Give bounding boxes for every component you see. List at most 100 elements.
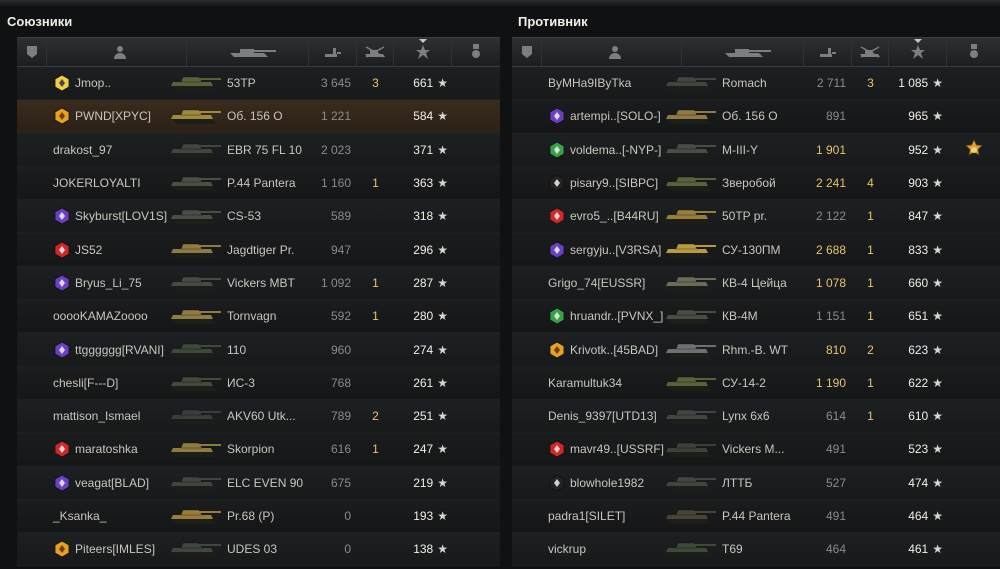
kills-cell: 1 <box>357 300 394 332</box>
player-row[interactable]: Jmop.. 53TP 3 645 3 661 ★ <box>17 67 500 101</box>
platoon-cell <box>512 467 542 499</box>
player-row[interactable]: drakost_97 EBR 75 FL 10 2 023 371 ★ <box>17 133 500 167</box>
player-name-cell[interactable]: JS52 <box>47 233 187 265</box>
player-name-cell[interactable]: ByMHa9IByTka <box>542 67 682 99</box>
player-row[interactable]: _Ksanka_ Pr.68 (P) 0 193 ★ <box>17 499 500 534</box>
header-tank[interactable] <box>682 38 804 66</box>
player-name: vickrup <box>548 542 587 557</box>
tank-icon <box>662 271 718 295</box>
xp-value: 847 <box>908 209 929 224</box>
player-name-cell[interactable]: evro5_..[B44RU] <box>542 200 682 232</box>
kills-value: 3 <box>867 76 874 91</box>
player-name-cell[interactable]: Jmop.. <box>47 67 187 99</box>
player-row[interactable]: Grigo_74[EUSSR] КВ-4 Цейца 1 078 1 660 ★ <box>512 266 1000 301</box>
player-name: pisary9..[SIBPC] <box>570 176 659 191</box>
player-row[interactable]: evro5_..[B44RU] 50TP pr. 2 122 1 847 ★ <box>512 200 1000 234</box>
player-row[interactable]: voldema..[-NYP-] M-III-Y 1 901 952 ★ <box>512 133 1000 167</box>
header-damage[interactable] <box>309 38 357 66</box>
player-name-cell[interactable]: sergyju..[V3RSA] <box>542 233 682 265</box>
header-player[interactable] <box>47 38 187 66</box>
player-name-cell[interactable]: Bryus_Li_75 <box>47 267 187 299</box>
platoon-cell <box>512 167 542 199</box>
player-name-cell[interactable]: maratoshka <box>47 433 187 465</box>
player-name-cell[interactable]: ooooKAMAZoooo <box>47 300 187 332</box>
clan-emblem-icon <box>54 474 70 492</box>
player-row[interactable]: Skyburst[LOV1S] CS-53 589 318 ★ <box>17 200 500 234</box>
header-xp[interactable] <box>889 38 947 66</box>
player-row[interactable]: mattison_Ismael AKV60 Utk... 789 2 251 ★ <box>17 399 500 434</box>
player-row[interactable]: ttgggggg[RVANI] 110 960 274 ★ <box>17 333 500 367</box>
player-row[interactable]: PWND[XPYC] Об. 156 О 1 221 584 ★ <box>17 100 500 134</box>
star-icon: ★ <box>932 342 943 357</box>
header-platoon[interactable] <box>17 38 47 66</box>
xp-cell: 474 ★ <box>889 467 947 499</box>
player-row[interactable]: maratoshka Skorpion 616 1 247 ★ <box>17 433 500 467</box>
player-name-cell[interactable]: hruandr..[PVNX_] <box>542 300 682 332</box>
player-name-cell[interactable]: mavr49..[USSRF] <box>542 433 682 465</box>
xp-value: 965 <box>908 109 929 124</box>
player-name-cell[interactable]: Piteers[IMLES] <box>47 533 187 565</box>
tank-name: AKV60 Utk... <box>227 409 296 424</box>
player-name-cell[interactable]: padra1[SILET] <box>542 500 682 532</box>
clan-emblem-icon <box>54 241 70 259</box>
player-row[interactable]: mavr49..[USSRF] Vickers M... 491 523 ★ <box>512 433 1000 467</box>
player-name-cell[interactable]: PWND[XPYC] <box>47 100 187 132</box>
kills-cell: 2 <box>357 400 394 432</box>
header-medal[interactable] <box>947 38 1000 66</box>
player-name-cell[interactable]: chesli[F---D] <box>47 367 187 399</box>
kills-value: 1 <box>372 176 379 191</box>
player-row[interactable]: Bryus_Li_75 Vickers MBT 1 092 1 287 ★ <box>17 266 500 301</box>
header-kills[interactable] <box>852 38 889 66</box>
player-row[interactable]: blowhole1982 ЛТТБ 527 474 ★ <box>512 466 1000 500</box>
player-name-cell[interactable]: Karamultuk34 <box>542 367 682 399</box>
player-row[interactable]: sergyju..[V3RSA] СУ-130ПМ 2 688 1 833 ★ <box>512 233 1000 267</box>
medal-icon[interactable] <box>963 138 985 161</box>
damage-cell: 2 688 <box>804 233 852 265</box>
player-row[interactable]: JOKERLOYALTI P.44 Pantera 1 160 1 363 ★ <box>17 166 500 201</box>
tank-cell: 53TP <box>167 67 309 99</box>
player-name-cell[interactable]: pisary9..[SIBPC] <box>542 167 682 199</box>
kills-value: 1 <box>372 275 379 290</box>
header-tank[interactable] <box>187 38 309 66</box>
player-name-cell[interactable]: JOKERLOYALTI <box>47 167 187 199</box>
header-xp[interactable] <box>394 38 452 66</box>
player-name-cell[interactable]: mattison_Ismael <box>47 400 187 432</box>
star-icon: ★ <box>932 475 943 490</box>
player-row[interactable]: Piteers[IMLES] UDES 03 0 138 ★ <box>17 533 500 567</box>
header-kills[interactable] <box>357 38 394 66</box>
player-name-cell[interactable]: Krivotk..[45BAD] <box>542 333 682 365</box>
header-damage[interactable] <box>804 38 852 66</box>
tank-icon <box>662 338 718 362</box>
header-medal[interactable] <box>452 38 500 66</box>
player-name-cell[interactable]: Grigo_74[EUSSR] <box>542 267 682 299</box>
player-row[interactable]: hruandr..[PVNX_] КВ-4М 1 151 1 651 ★ <box>512 300 1000 334</box>
player-row[interactable]: vickrup T69 464 461 ★ <box>512 533 1000 567</box>
player-name-cell[interactable]: ttgggggg[RVANI] <box>47 333 187 365</box>
player-row[interactable]: pisary9..[SIBPC] Зверобой 2 241 4 903 ★ <box>512 166 1000 201</box>
header-platoon[interactable] <box>512 38 542 66</box>
platoon-cell <box>512 134 542 166</box>
player-row[interactable]: artempi..[SOLO-] Об. 156 О 891 965 ★ <box>512 100 1000 134</box>
player-row[interactable]: ByMHa9IByTka Romach 2 711 3 1 085 ★ <box>512 67 1000 101</box>
player-row[interactable]: veagat[BLAD] ELC EVEN 90 675 219 ★ <box>17 466 500 500</box>
player-name-cell[interactable]: drakost_97 <box>47 134 187 166</box>
player-row[interactable]: JS52 Jagdtiger Pr. 947 296 ★ <box>17 233 500 267</box>
platoon-cell <box>512 433 542 465</box>
player-name-cell[interactable]: Skyburst[LOV1S] <box>47 200 187 232</box>
player-name-cell[interactable]: voldema..[-NYP-] <box>542 134 682 166</box>
player-row[interactable]: Denis_9397[UTD13] Lynx 6x6 614 1 610 ★ <box>512 399 1000 434</box>
player-name-cell[interactable]: _Ksanka_ <box>47 500 187 532</box>
player-name-cell[interactable]: Denis_9397[UTD13] <box>542 400 682 432</box>
player-row[interactable]: chesli[F---D] ИС-3 768 261 ★ <box>17 366 500 400</box>
player-row[interactable]: Karamultuk34 СУ-14-2 1 190 1 622 ★ <box>512 366 1000 400</box>
player-name-cell[interactable]: artempi..[SOLO-] <box>542 100 682 132</box>
player-row[interactable]: padra1[SILET] P.44 Pantera 491 464 ★ <box>512 499 1000 534</box>
tank-cell: ELC EVEN 90 <box>167 467 309 499</box>
header-player[interactable] <box>542 38 682 66</box>
player-row[interactable]: ooooKAMAZoooo Tornvagn 592 1 280 ★ <box>17 300 500 334</box>
medal-cell <box>452 200 500 232</box>
player-name-cell[interactable]: veagat[BLAD] <box>47 467 187 499</box>
player-name-cell[interactable]: vickrup <box>542 533 682 565</box>
player-row[interactable]: Krivotk..[45BAD] Rhm.-B. WT 810 2 623 ★ <box>512 333 1000 367</box>
player-name-cell[interactable]: blowhole1982 <box>542 467 682 499</box>
